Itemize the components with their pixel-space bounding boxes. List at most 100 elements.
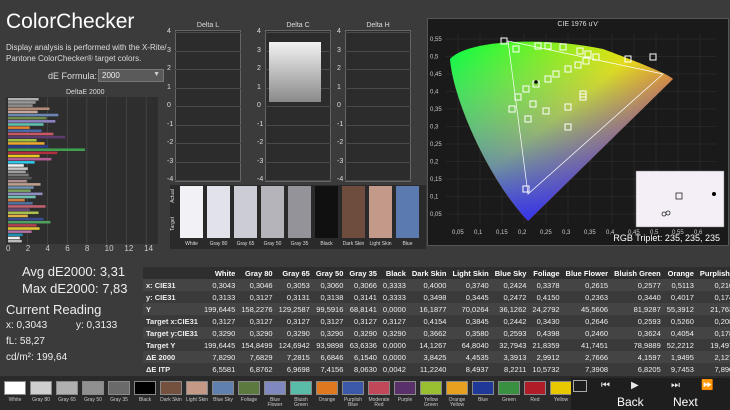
de-bar — [8, 179, 27, 183]
bottom-swatch[interactable] — [498, 381, 520, 395]
table-cell: 0,0042 — [382, 364, 406, 374]
table-row: ΔE ITP 6,5581 6,8762 6,9698 7,4156 8,0630 0,00… — [143, 363, 730, 375]
formula-select[interactable]: 2000 ▼ — [98, 69, 164, 82]
table-cell: 8,2211 — [504, 364, 527, 374]
table-cell: 154,8499 — [241, 340, 273, 350]
swatch: Dark Skin — [342, 186, 365, 247]
bottom-swatch[interactable] — [420, 381, 442, 395]
bottom-swatch[interactable] — [472, 381, 494, 395]
delta-tick: -4 — [337, 176, 344, 183]
bottom-swatch[interactable] — [186, 381, 208, 395]
cie-x-tick: 0,3 — [562, 230, 571, 236]
de-chart-axis: 0 2 4 6 8 10 12 14 — [6, 244, 158, 256]
de-bar — [8, 164, 24, 167]
bottom-swatch[interactable] — [524, 381, 546, 395]
delta-gridline — [175, 143, 241, 144]
stop-icon[interactable] — [573, 380, 587, 392]
de-bar — [8, 123, 44, 126]
delta-tick: 0 — [337, 102, 341, 109]
cie-white-point — [534, 80, 538, 84]
table-cell: 0,4054 — [670, 328, 694, 338]
delta-tick: 0 — [167, 102, 171, 109]
table-cell: 7,4156 — [320, 364, 344, 374]
last-icon[interactable]: ⏩ — [701, 380, 713, 391]
table-cell: 41,7451 — [580, 340, 609, 350]
de-bar — [8, 208, 30, 211]
delta-gridline — [265, 32, 331, 33]
cie-y-tick: 0,05 — [430, 212, 442, 218]
table-cell: 0,3138 — [320, 292, 344, 302]
bottom-swatch[interactable] — [56, 381, 78, 395]
table-row: x: CIE31 0,3043 0,3046 0,3053 0,3060 0,3066 0,… — [143, 279, 730, 291]
bottom-swatch[interactable] — [160, 381, 182, 395]
de-bar — [8, 132, 54, 136]
bottom-swatch[interactable] — [394, 381, 416, 395]
table-cell: 0,3131 — [286, 292, 310, 302]
table-cell: 0,3740 — [465, 280, 489, 290]
delta-tick: 1 — [257, 83, 261, 91]
bottom-swatch[interactable] — [108, 381, 130, 395]
delta-tick: 4 — [167, 28, 171, 35]
de-bar — [8, 154, 40, 158]
next-arrow-icon[interactable]: ⏭ — [671, 380, 680, 391]
table-row: ΔE 2000 7,8290 7,6829 7,2815 6,6846 6,1540 0,0… — [143, 351, 730, 363]
play-icon[interactable]: ▶ — [631, 380, 639, 391]
delta-gridline — [175, 124, 241, 126]
swatch-label: Blue — [402, 241, 413, 247]
table-cell: 0,2363 — [585, 292, 609, 302]
cie-target-marker — [649, 53, 657, 61]
bottom-swatch-label: White — [8, 397, 22, 403]
next-button[interactable]: Next — [673, 395, 698, 409]
bottom-swatch[interactable] — [134, 381, 156, 395]
bottom-swatch[interactable] — [264, 381, 286, 395]
bottom-swatch[interactable] — [238, 381, 260, 395]
bottom-swatch[interactable] — [30, 381, 52, 395]
delta-gridline — [175, 180, 241, 181]
bottom-swatch-label: Green — [502, 397, 516, 403]
cie-y-tick: 0,55 — [430, 37, 442, 43]
table-cell: 24,2792 — [532, 304, 560, 314]
table-cell: 11,2240 — [419, 364, 447, 374]
first-icon[interactable]: ⏮ — [601, 380, 610, 391]
current-reading-label: Current Reading — [6, 302, 102, 317]
delta-tick: -3 — [257, 157, 264, 165]
table-cell: 0,2577 — [637, 280, 661, 290]
swatch: Gray 80 — [207, 186, 230, 247]
de-bar — [8, 183, 41, 186]
bottom-swatch[interactable] — [4, 381, 26, 395]
rgb-triplet: RGB Triplet: 235, 235, 235 — [613, 233, 720, 243]
table-cell: 8,0630 — [353, 364, 377, 374]
cie-y-tick: 0,45 — [430, 72, 442, 78]
table-cell: 0,3127 — [286, 316, 310, 326]
de-bar — [8, 192, 43, 196]
table-cell: 19,4978 — [710, 340, 730, 350]
table-cell: 129,2587 — [278, 304, 310, 314]
table-cell: 99,5916 — [316, 304, 344, 314]
table-cell: 199,6445 — [203, 340, 236, 350]
description-text: Display analysis is performed with the X… — [6, 43, 167, 63]
table-row: Y 199,6445 158,2276 129,2587 99,5916 68,8141 0… — [143, 303, 730, 315]
bottom-swatch-label: Purplish Blue — [343, 397, 363, 408]
delta-gridline — [345, 50, 411, 52]
bottom-swatch[interactable] — [316, 381, 338, 395]
bottom-swatch[interactable] — [446, 381, 468, 395]
table-cell: 14,1267 — [419, 340, 447, 350]
formula-value: 2000 — [102, 71, 120, 80]
de-bar — [8, 142, 45, 145]
bottom-swatch[interactable] — [342, 381, 364, 395]
table-cell: 55,3912 — [666, 304, 694, 314]
table-cell: 0,2100 — [714, 280, 730, 290]
back-button[interactable]: Back — [617, 395, 644, 409]
bottom-swatch[interactable] — [212, 381, 234, 395]
table-cell: 63,6336 — [349, 340, 377, 350]
bottom-swatch[interactable] — [82, 381, 104, 395]
de-bar — [8, 224, 37, 227]
table-row: Target y:CIE31 0,3290 0,3290 0,3290 0,3290 0,… — [143, 327, 730, 339]
table-cell: 0,3127 — [382, 316, 406, 326]
bottom-swatch[interactable] — [550, 381, 572, 395]
column-header: Black — [385, 268, 406, 278]
de-bar — [8, 202, 33, 205]
bottom-swatch[interactable] — [368, 381, 390, 395]
bottom-swatch[interactable] — [290, 381, 312, 395]
cie-x-tick: 0,15 — [496, 230, 508, 236]
